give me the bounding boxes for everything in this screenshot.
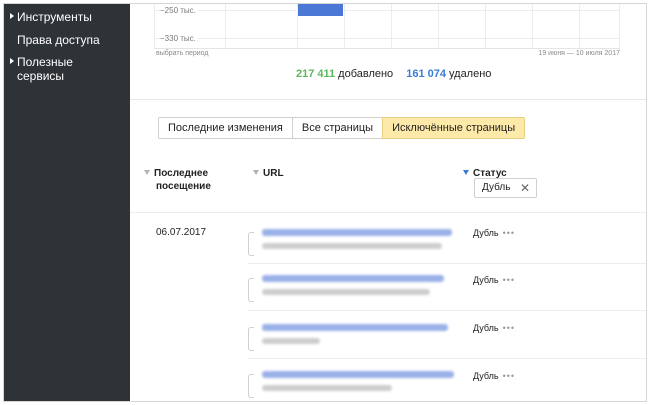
tab-all-pages[interactable]: Все страницы [291, 117, 384, 139]
row-status: Дубль ••• [473, 228, 515, 238]
chart-gridline [154, 38, 620, 39]
app-frame: Инструменты Права доступа Полезные серви… [3, 3, 647, 402]
status-value: Дубль [473, 228, 499, 238]
table-row[interactable] [248, 321, 458, 359]
url-link-redacted[interactable] [262, 371, 454, 378]
sidebar-item-label: Права доступа [17, 33, 100, 47]
chart-gridline [344, 4, 345, 48]
url-link-redacted[interactable] [262, 324, 448, 331]
main-content: −250 тыс. −330 тыс. выбрать период 19 ию… [130, 4, 646, 401]
expand-triangle-icon [10, 58, 14, 64]
change-stats: 217 411 добавлено 161 074 удалено [296, 68, 491, 80]
url-subtext-redacted [262, 385, 392, 391]
sidebar-item-access-rights[interactable]: Права доступа [17, 33, 100, 47]
chart-gridline [532, 4, 533, 48]
table-row[interactable] [248, 368, 458, 401]
tab-excluded-pages[interactable]: Исключённые страницы [382, 117, 526, 139]
section-divider [130, 99, 646, 100]
row-divider [248, 263, 646, 264]
column-header-url[interactable]: URL [253, 167, 284, 180]
removed-count: 161 074 [406, 68, 447, 80]
table-row[interactable] [248, 226, 458, 264]
status-filter-chip[interactable]: Дубль ✕ [474, 178, 537, 198]
chart-gridline [579, 4, 580, 48]
chart-gridline [485, 4, 486, 48]
url-bracket [248, 374, 254, 398]
url-link-redacted[interactable] [262, 229, 452, 236]
last-visit-date: 06.07.2017 [156, 227, 207, 238]
sidebar-item-label-line2: сервисы [17, 69, 65, 83]
filter-icon[interactable] [144, 170, 150, 175]
sidebar-item-tools[interactable]: Инструменты [10, 10, 92, 24]
more-actions-icon[interactable]: ••• [503, 228, 515, 238]
row-divider [248, 310, 646, 311]
row-status: Дубль ••• [473, 275, 515, 285]
row-status: Дубль ••• [473, 371, 515, 381]
select-period-link[interactable]: выбрать период [156, 50, 209, 57]
close-icon[interactable]: ✕ [520, 179, 530, 197]
removed-label: удалено [449, 68, 492, 80]
chart-gridline [391, 4, 392, 48]
table-row[interactable] [248, 272, 458, 310]
filter-icon[interactable] [463, 170, 469, 175]
status-value: Дубль [473, 371, 499, 381]
added-label: добавлено [338, 68, 394, 80]
chart-gridline [438, 4, 439, 48]
url-subtext-redacted [262, 289, 430, 295]
table-header-divider [130, 212, 646, 213]
url-bracket [248, 232, 254, 256]
row-divider [248, 358, 646, 359]
more-actions-icon[interactable]: ••• [503, 275, 515, 285]
added-count: 217 411 [296, 68, 336, 80]
status-value: Дубль [473, 275, 499, 285]
column-header-label: посещение [156, 181, 211, 192]
sidebar-item-label: Полезные [17, 55, 73, 69]
column-header-last-visit[interactable]: Последнее посещение [144, 167, 211, 193]
url-link-redacted[interactable] [262, 275, 444, 282]
filter-icon[interactable] [253, 170, 259, 175]
sidebar: Инструменты Права доступа Полезные серви… [4, 4, 130, 401]
pages-tabs: Последние изменения Все страницы Исключё… [158, 117, 526, 139]
chart-gridline [619, 4, 620, 48]
sidebar-item-useful-services[interactable]: Полезные сервисы [10, 55, 73, 83]
url-bracket [248, 278, 254, 302]
y-tick-label: −250 тыс. [160, 6, 198, 15]
url-subtext-redacted [262, 243, 442, 249]
date-range-label: 19 июня — 10 июля 2017 [538, 50, 620, 57]
more-actions-icon[interactable]: ••• [503, 371, 515, 381]
chart-gridline [225, 4, 226, 48]
chart-bar [298, 4, 343, 16]
more-actions-icon[interactable]: ••• [503, 323, 515, 333]
column-header-label: Последнее [154, 168, 209, 179]
sidebar-item-label: Инструменты [17, 10, 92, 24]
url-subtext-redacted [262, 338, 320, 344]
tab-recent-changes[interactable]: Последние изменения [158, 117, 293, 139]
url-bracket [248, 327, 254, 351]
chart-gridline [154, 4, 155, 48]
status-value: Дубль [473, 323, 499, 333]
chart-gridline [154, 10, 620, 11]
status-filter-value: Дубль [482, 182, 511, 193]
row-status: Дубль ••• [473, 323, 515, 333]
column-header-label: URL [263, 168, 284, 179]
history-chart[interactable]: −250 тыс. −330 тыс. [154, 4, 620, 49]
y-tick-label: −330 тыс. [160, 34, 198, 43]
chart-axis-row: выбрать период 19 июня — 10 июля 2017 [154, 49, 620, 61]
expand-triangle-icon [10, 13, 14, 19]
